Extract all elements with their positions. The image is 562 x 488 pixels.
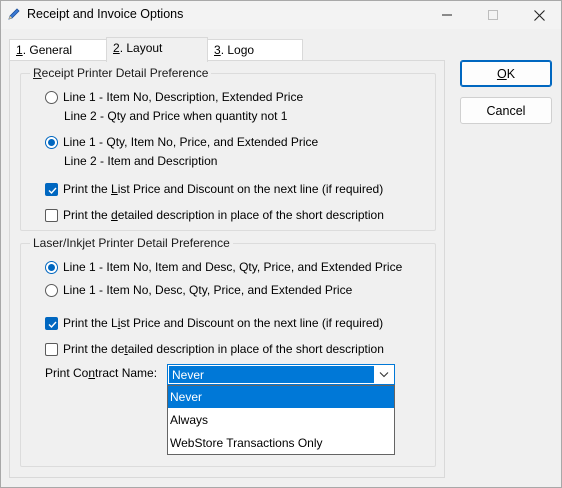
laser-detailed-desc-check[interactable] — [45, 342, 58, 356]
chevron-down-icon[interactable] — [377, 368, 391, 381]
ok-button-label: K — [506, 66, 516, 81]
close-button[interactable] — [516, 1, 562, 29]
title-bar: Receipt and Invoice Options — [1, 1, 561, 29]
ok-button-accel: O — [496, 66, 507, 81]
tab-general-key: 1 — [16, 43, 23, 57]
receipt-group-title-accel: R — [33, 66, 42, 80]
window-title: Receipt and Invoice Options — [27, 7, 184, 21]
receipt-option-2-label: Line 1 - Qty, Item No, Price, and Extend… — [63, 135, 319, 149]
laser-list-price-label: Print the List Price and Discount on the… — [63, 316, 384, 330]
receipt-option-2-line2: Line 2 - Item and Description — [64, 154, 218, 168]
laser-option-2-radio[interactable] — [45, 283, 58, 297]
tab-strip: 1. General 2. Layout 3. Logo — [9, 37, 429, 62]
cancel-button[interactable]: Cancel — [460, 97, 552, 124]
receipt-detailed-desc-check[interactable] — [45, 208, 58, 222]
tab-general-label: . General — [22, 43, 73, 57]
laser-group-title: Laser/Inkjet Printer Detail Preference — [30, 236, 233, 250]
dialog-window: Receipt and Invoice Options 1. General 2… — [0, 0, 562, 488]
maximize-button[interactable] — [470, 1, 516, 29]
contract-name-label: Print Contract Name: — [45, 366, 158, 380]
minimize-button[interactable] — [424, 1, 470, 29]
tab-logo-key: 3 — [214, 43, 221, 57]
tab-layout-key: 2 — [113, 41, 120, 55]
receipt-list-price-checkbox[interactable]: Print the List Price and Discount on the… — [45, 182, 383, 196]
tab-general[interactable]: 1. General — [9, 39, 107, 61]
laser-option-2[interactable]: Line 1 - Item No, Desc, Qty, Price, and … — [45, 283, 352, 297]
receipt-option-1-radio[interactable] — [45, 90, 58, 104]
receipt-group-title: Receipt Printer Detail Preference — [30, 66, 212, 80]
receipt-option-2-radio[interactable] — [45, 135, 58, 149]
laser-detailed-desc-label: Print the detailed description in place … — [63, 342, 384, 356]
receipt-list-price-check[interactable] — [45, 182, 58, 196]
tab-layout-label: . Layout — [119, 41, 163, 55]
receipt-detailed-desc-checkbox[interactable]: Print the detailed description in place … — [45, 208, 384, 222]
checkmark-icon — [48, 321, 57, 328]
minimize-icon — [442, 10, 452, 20]
laser-list-price-checkbox[interactable]: Print the List Price and Discount on the… — [45, 316, 383, 330]
dropdown-option-always[interactable]: Always — [168, 409, 394, 431]
receipt-option-1-line2: Line 2 - Qty and Price when quantity not… — [64, 109, 288, 123]
laser-option-2-label: Line 1 - Item No, Desc, Qty, Price, and … — [63, 283, 353, 297]
tab-layout[interactable]: 2. Layout — [106, 37, 208, 62]
dropdown-option-webstore[interactable]: WebStore Transactions Only — [168, 432, 394, 454]
dropdown-option-never[interactable]: Never — [168, 386, 394, 408]
receipt-printer-group: Receipt Printer Detail Preference Line 1… — [20, 66, 436, 231]
receipt-group-title-text: eceipt Printer Detail Preference — [41, 66, 209, 80]
contract-name-combobox[interactable]: Never — [167, 364, 395, 385]
pencil-icon — [7, 7, 21, 21]
laser-option-1-label: Line 1 - Item No, Item and Desc, Qty, Pr… — [63, 260, 403, 274]
laser-option-1[interactable]: Line 1 - Item No, Item and Desc, Qty, Pr… — [45, 260, 402, 274]
maximize-icon — [488, 10, 498, 20]
receipt-list-price-label: Print the List Price and Discount on the… — [63, 182, 384, 196]
receipt-option-2[interactable]: Line 1 - Qty, Item No, Price, and Extend… — [45, 135, 318, 149]
tab-logo[interactable]: 3. Logo — [207, 39, 303, 61]
laser-option-1-radio[interactable] — [45, 260, 58, 274]
laser-list-price-check[interactable] — [45, 316, 58, 330]
contract-name-dropdown-list: Never Always WebStore Transactions Only — [167, 385, 395, 455]
close-icon — [533, 9, 545, 21]
tab-logo-label: . Logo — [220, 43, 255, 57]
receipt-detailed-desc-label: Print the detailed description in place … — [63, 208, 384, 222]
contract-name-value: Never — [169, 366, 374, 383]
checkmark-icon — [48, 187, 57, 194]
receipt-option-1-label: Line 1 - Item No, Description, Extended … — [63, 90, 304, 104]
laser-detailed-desc-checkbox[interactable]: Print the detailed description in place … — [45, 342, 384, 356]
ok-button[interactable]: OK — [460, 60, 552, 87]
receipt-option-1[interactable]: Line 1 - Item No, Description, Extended … — [45, 90, 303, 104]
